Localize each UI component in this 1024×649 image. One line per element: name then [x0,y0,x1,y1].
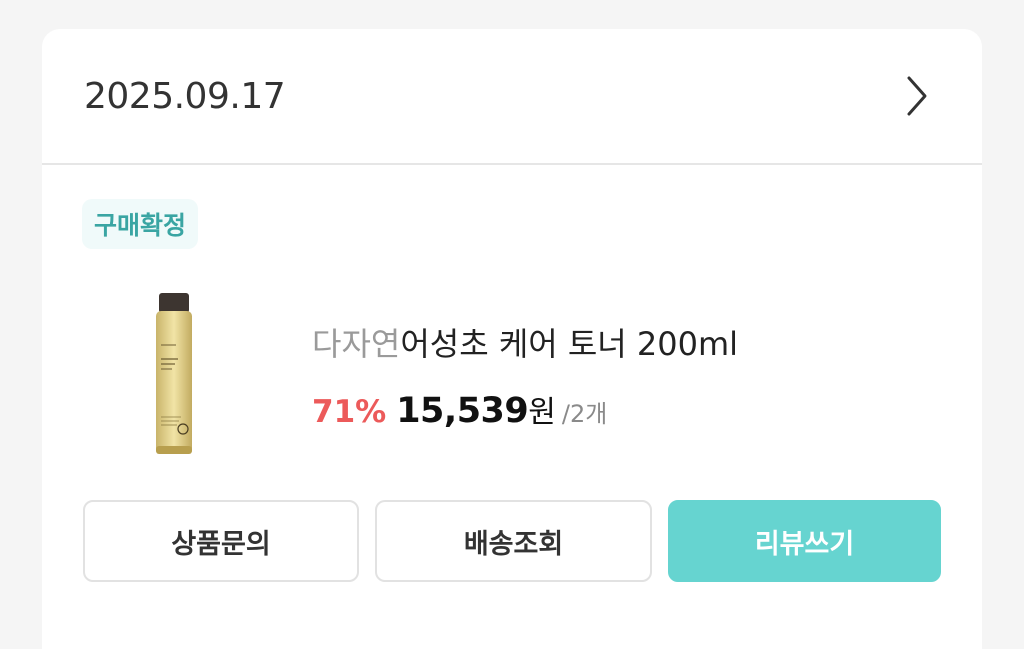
product-info[interactable]: 다자연어성초 케어 토너 200ml 71% 15,539 원 /2개 [312,319,738,431]
product-title: 다자연어성초 케어 토너 200ml [312,319,738,365]
write-review-button[interactable]: 리뷰쓰기 [668,500,941,582]
order-header[interactable]: 2025.09.17 [42,29,982,165]
order-date: 2025.09.17 [84,75,286,117]
delivery-tracking-button[interactable]: 배송조회 [375,500,652,582]
product-brand: 다자연 [312,325,401,363]
quantity: /2개 [561,400,608,428]
discount-rate: 71% [312,394,387,430]
chevron-right-icon[interactable] [902,74,932,118]
product-name: 어성초 케어 토너 200ml [400,325,739,363]
price-row: 71% 15,539 원 /2개 [312,387,738,431]
price-value: 15,539 [396,391,529,431]
price-currency: 원 [528,395,556,430]
order-card: 2025.09.17 구매확정 다자연어성초 케어 토너 200ml 71% 1… [42,29,982,649]
product-inquiry-button[interactable]: 상품문의 [83,500,359,582]
product-image[interactable] [148,291,200,457]
status-badge: 구매확정 [82,199,199,249]
